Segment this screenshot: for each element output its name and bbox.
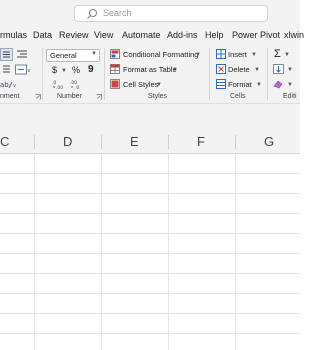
chevron-down-icon: ▼ [91, 51, 97, 57]
grid-line [101, 154, 102, 350]
group-label-number: Number [57, 93, 82, 100]
grid-line [0, 333, 300, 334]
svg-text:ab: ab [0, 81, 9, 89]
chevron-down-icon: ▼ [287, 82, 293, 88]
column-separator[interactable] [168, 135, 169, 149]
svg-text:v: v [13, 83, 16, 89]
conditional-formatting-button[interactable]: Conditional Formatting [123, 50, 198, 59]
group-label-alignment: nment [0, 93, 20, 100]
formula-bar-area [0, 104, 300, 129]
delete-button[interactable]: Delete [228, 65, 250, 74]
grid-line [0, 213, 300, 214]
svg-text:.0: .0 [75, 85, 79, 90]
number-format-dropdown[interactable]: General ▼ [46, 49, 100, 62]
comma-style-button[interactable]: 9 [88, 64, 94, 75]
tab-formulas[interactable]: rmulas [0, 30, 27, 40]
chevron-down-icon: ▼ [156, 82, 162, 88]
group-label-cells: Cells [230, 93, 246, 100]
ribbon: v ab v nment General ▼ $ ▼ % 9 .0 .00 .0… [0, 45, 300, 104]
group-label-styles: Styles [148, 93, 168, 100]
fill-icon[interactable] [273, 64, 284, 74]
grid-line [168, 154, 169, 350]
format-as-table-button[interactable]: Format as Table [123, 65, 177, 74]
grid-line [0, 253, 300, 254]
chevron-down-icon: ▼ [287, 67, 293, 73]
dialog-launcher-icon[interactable] [96, 94, 102, 100]
column-separator[interactable] [34, 135, 35, 149]
tab-power-pivot[interactable]: Power Pivot [232, 30, 280, 40]
chevron-down-icon: ▼ [172, 67, 178, 73]
format-as-table-icon[interactable] [110, 64, 120, 74]
column-header-c[interactable]: C [0, 134, 9, 149]
delete-cells-icon[interactable] [216, 64, 226, 74]
tab-review[interactable]: Review [59, 30, 89, 40]
format-button[interactable]: Format [228, 80, 252, 89]
increase-decimal-icon[interactable]: .0 .00 [52, 79, 66, 90]
tab-add-ins[interactable]: Add-ins [167, 30, 198, 40]
align-right-icon[interactable] [16, 49, 28, 60]
grid-line [0, 293, 300, 294]
ribbon-tabs: rmulas Data Review View Automate Add-ins… [0, 27, 304, 45]
search-placeholder: Search [103, 8, 132, 18]
percent-button[interactable]: % [72, 65, 80, 75]
grid-line [0, 193, 300, 194]
tab-automate[interactable]: Automate [122, 30, 161, 40]
decrease-decimal-icon[interactable]: .00 .0 [70, 79, 84, 90]
dialog-launcher-icon[interactable] [35, 94, 41, 100]
grid-line [0, 233, 300, 234]
group-separator [209, 48, 210, 100]
grid-line [0, 273, 300, 274]
title-bar: Search [0, 0, 300, 27]
group-label-editing: Editi [283, 93, 297, 100]
grid-line [235, 154, 236, 350]
chevron-down-icon: ▼ [284, 52, 290, 58]
chevron-down-icon: ▼ [256, 82, 262, 88]
cell-grid[interactable] [0, 154, 300, 350]
format-cells-icon[interactable] [216, 79, 226, 89]
column-header-e[interactable]: E [130, 134, 139, 149]
number-format-value: General [50, 51, 77, 60]
indent-icon[interactable] [0, 64, 10, 75]
column-separator[interactable] [235, 135, 236, 149]
insert-cells-icon[interactable] [216, 49, 226, 59]
cell-styles-icon[interactable] [110, 79, 120, 89]
grid-line [0, 173, 300, 174]
search-box[interactable]: Search [74, 5, 268, 22]
merge-center-icon[interactable]: v [15, 64, 31, 75]
grid-line [0, 313, 300, 314]
insert-button[interactable]: Insert [228, 50, 247, 59]
search-icon [87, 8, 98, 19]
chevron-down-icon: ▼ [195, 52, 201, 58]
chevron-down-icon: ▼ [251, 52, 257, 58]
svg-text:.00: .00 [56, 85, 63, 90]
chevron-down-icon: ▼ [61, 68, 67, 74]
tab-xlwings[interactable]: xlwin [284, 30, 304, 40]
grid-line [34, 154, 35, 350]
column-separator[interactable] [101, 135, 102, 149]
autosum-icon[interactable]: Σ [274, 48, 281, 60]
tab-view[interactable]: View [94, 30, 113, 40]
orientation-icon[interactable]: ab v [0, 79, 18, 89]
conditional-formatting-icon[interactable] [110, 49, 120, 59]
chevron-down-icon: ▼ [254, 67, 260, 73]
group-separator [42, 48, 43, 100]
wrap-text-icon[interactable] [0, 48, 13, 61]
cell-styles-button[interactable]: Cell Styles [123, 80, 158, 89]
currency-button[interactable]: $ [52, 65, 57, 75]
clear-icon[interactable] [273, 79, 284, 89]
column-header-d[interactable]: D [63, 134, 72, 149]
column-header-f[interactable]: F [197, 134, 205, 149]
svg-text:v: v [28, 68, 31, 74]
column-headers: C D E F G [0, 129, 300, 154]
column-header-g[interactable]: G [264, 134, 274, 149]
tab-data[interactable]: Data [33, 30, 52, 40]
group-separator [104, 48, 105, 100]
tab-help[interactable]: Help [205, 30, 224, 40]
group-separator [267, 48, 268, 100]
